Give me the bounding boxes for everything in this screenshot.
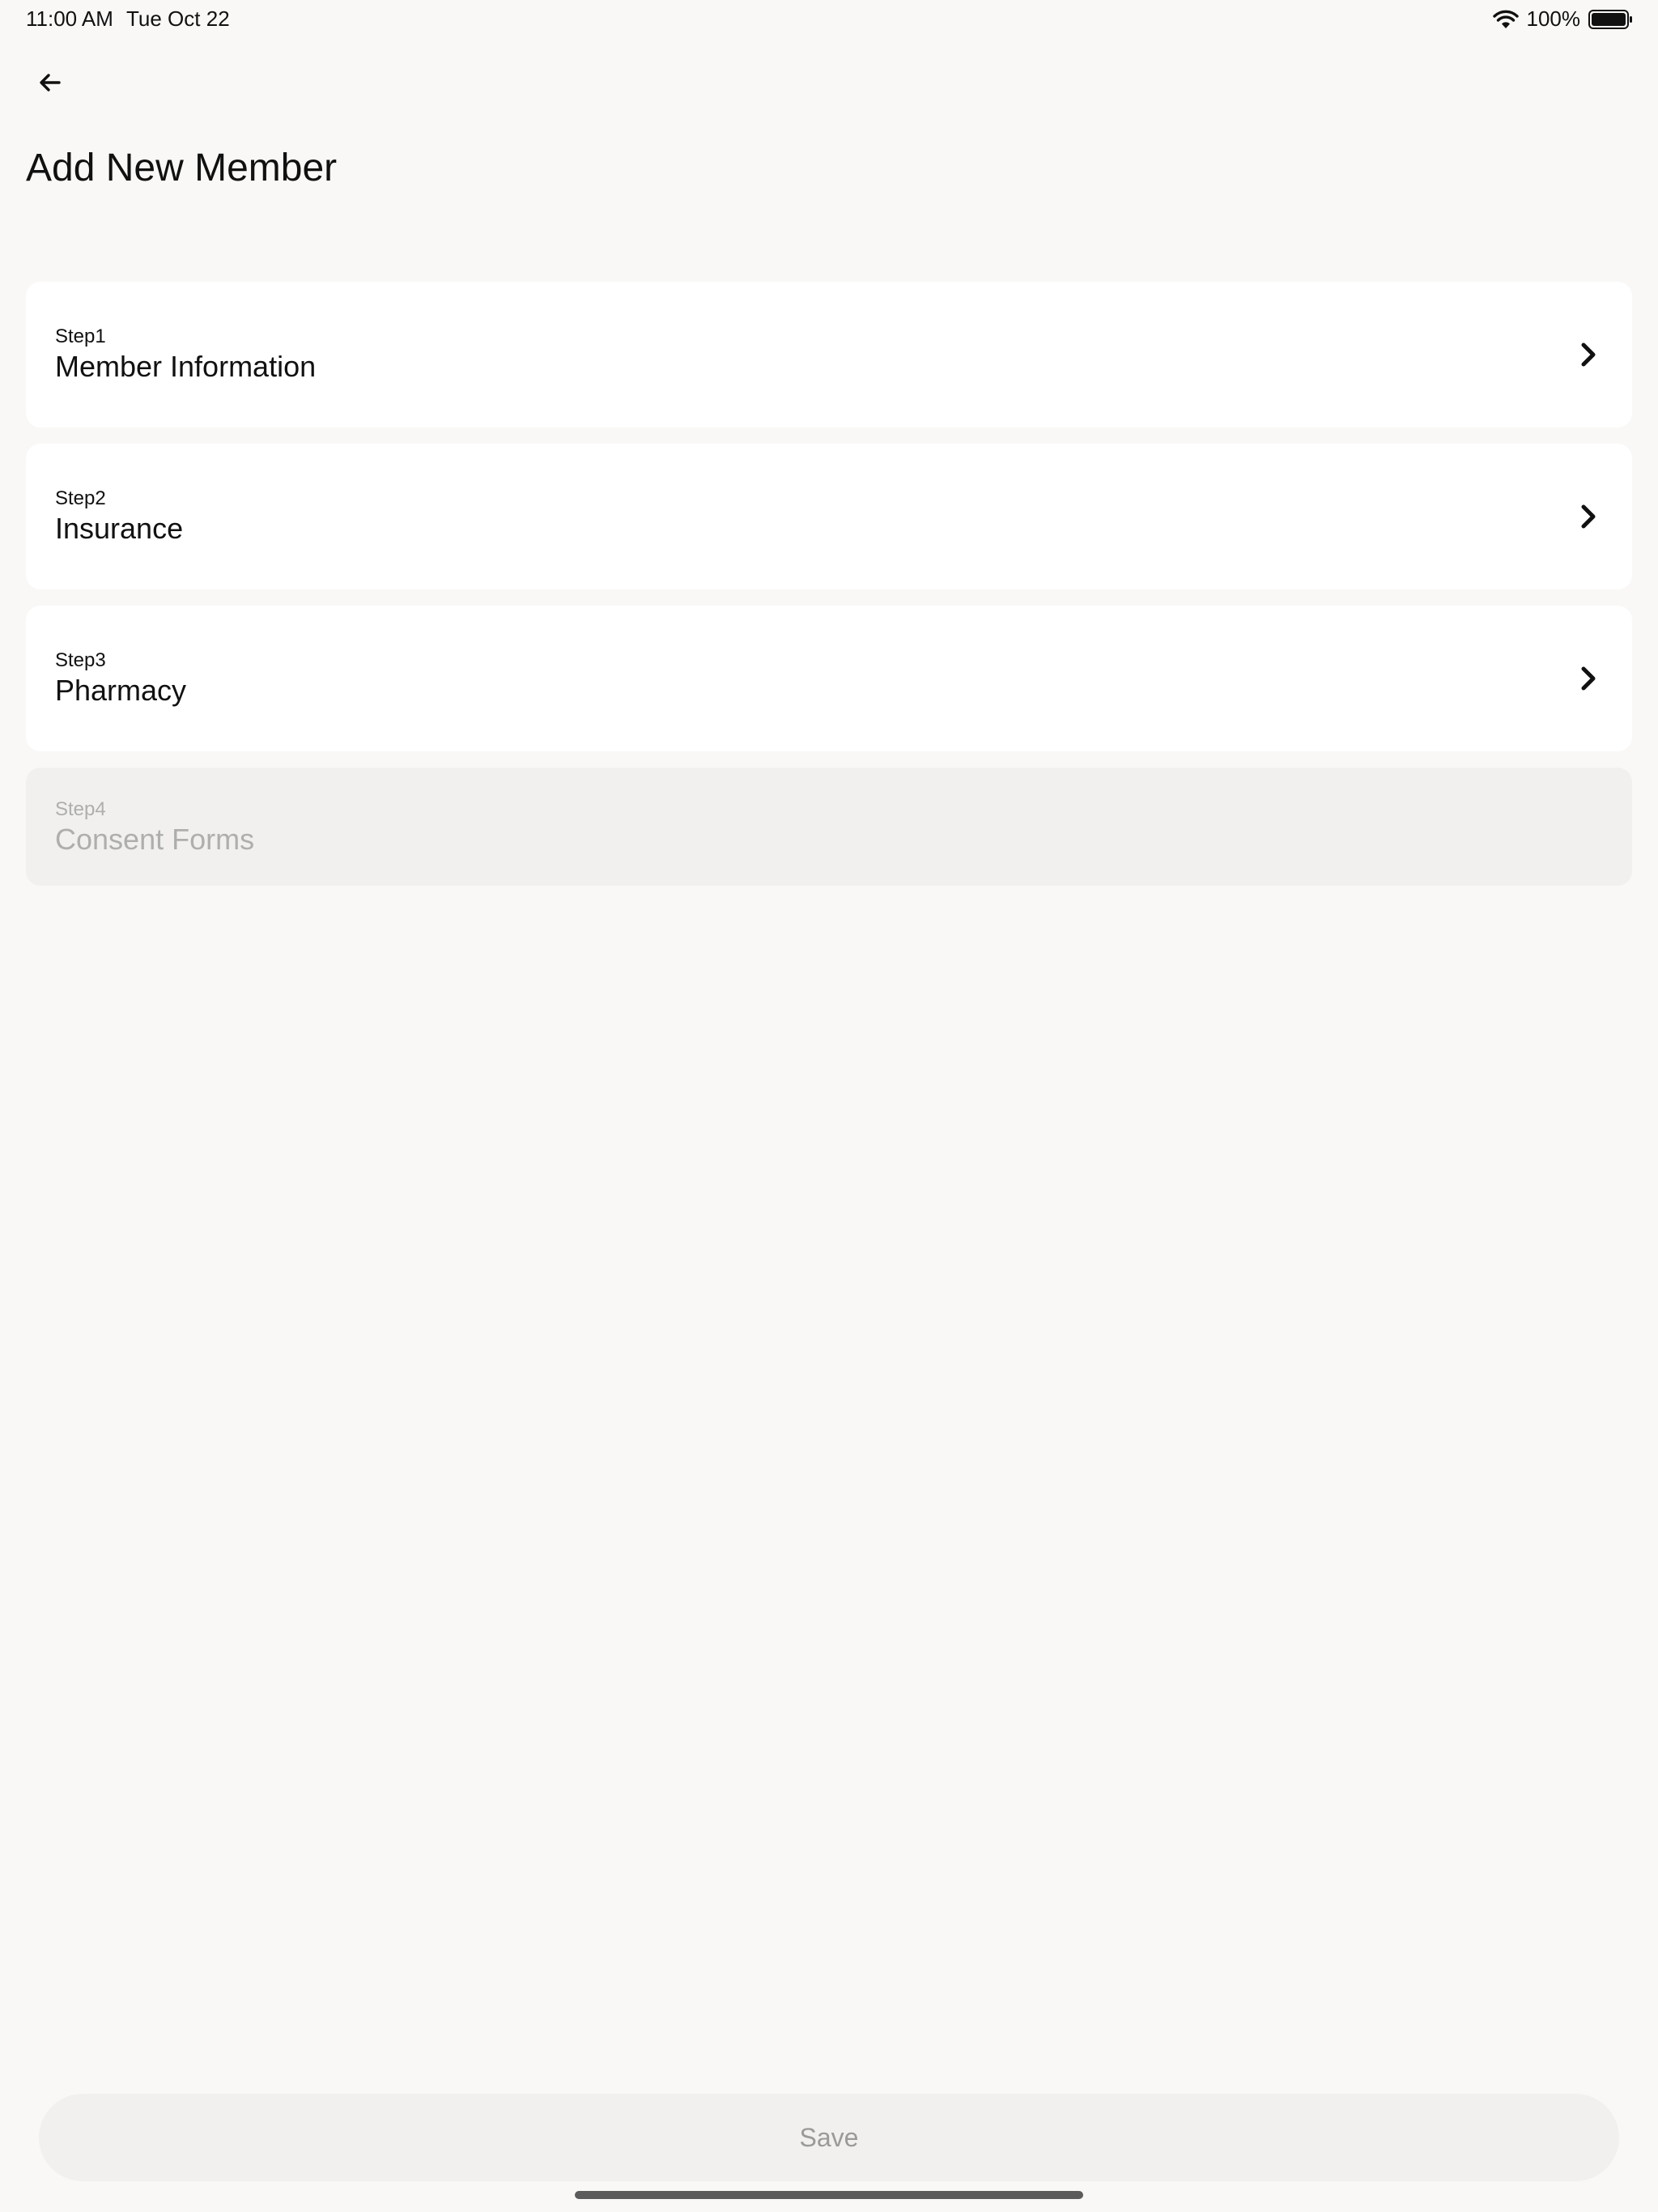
step-card-consent-forms: Step4 Consent Forms [26,768,1632,886]
step-list: Step1 Member Information Step2 Insurance… [26,282,1632,902]
step-number: Step3 [55,649,106,671]
step-number: Step4 [55,798,106,820]
chevron-right-icon [1572,500,1605,533]
battery-percentage: 100% [1526,6,1581,31]
wifi-icon [1492,10,1519,28]
home-indicator [575,2191,1083,2199]
step-card-member-information[interactable]: Step1 Member Information [26,282,1632,428]
step-number: Step2 [55,487,106,509]
step-title: Member Information [55,350,317,383]
chevron-right-icon [1572,338,1605,371]
page-title: Add New Member [26,147,338,189]
back-button[interactable] [24,62,76,104]
save-button[interactable]: Save [39,2094,1619,2181]
step-card-insurance[interactable]: Step2 Insurance [26,444,1632,589]
status-bar: 11:00 AM Tue Oct 22 100% [0,0,1658,39]
step-title: Pharmacy [55,674,187,707]
status-date: Tue Oct 22 [126,6,230,31]
chevron-right-icon [1572,662,1605,695]
step-number: Step1 [55,325,106,347]
battery-icon [1588,9,1632,29]
arrow-left-icon [40,74,61,91]
step-card-pharmacy[interactable]: Step3 Pharmacy [26,606,1632,751]
status-time: 11:00 AM [26,6,113,31]
step-title: Consent Forms [55,823,255,856]
step-title: Insurance [55,512,184,545]
status-indicators: 100% [1492,6,1635,32]
